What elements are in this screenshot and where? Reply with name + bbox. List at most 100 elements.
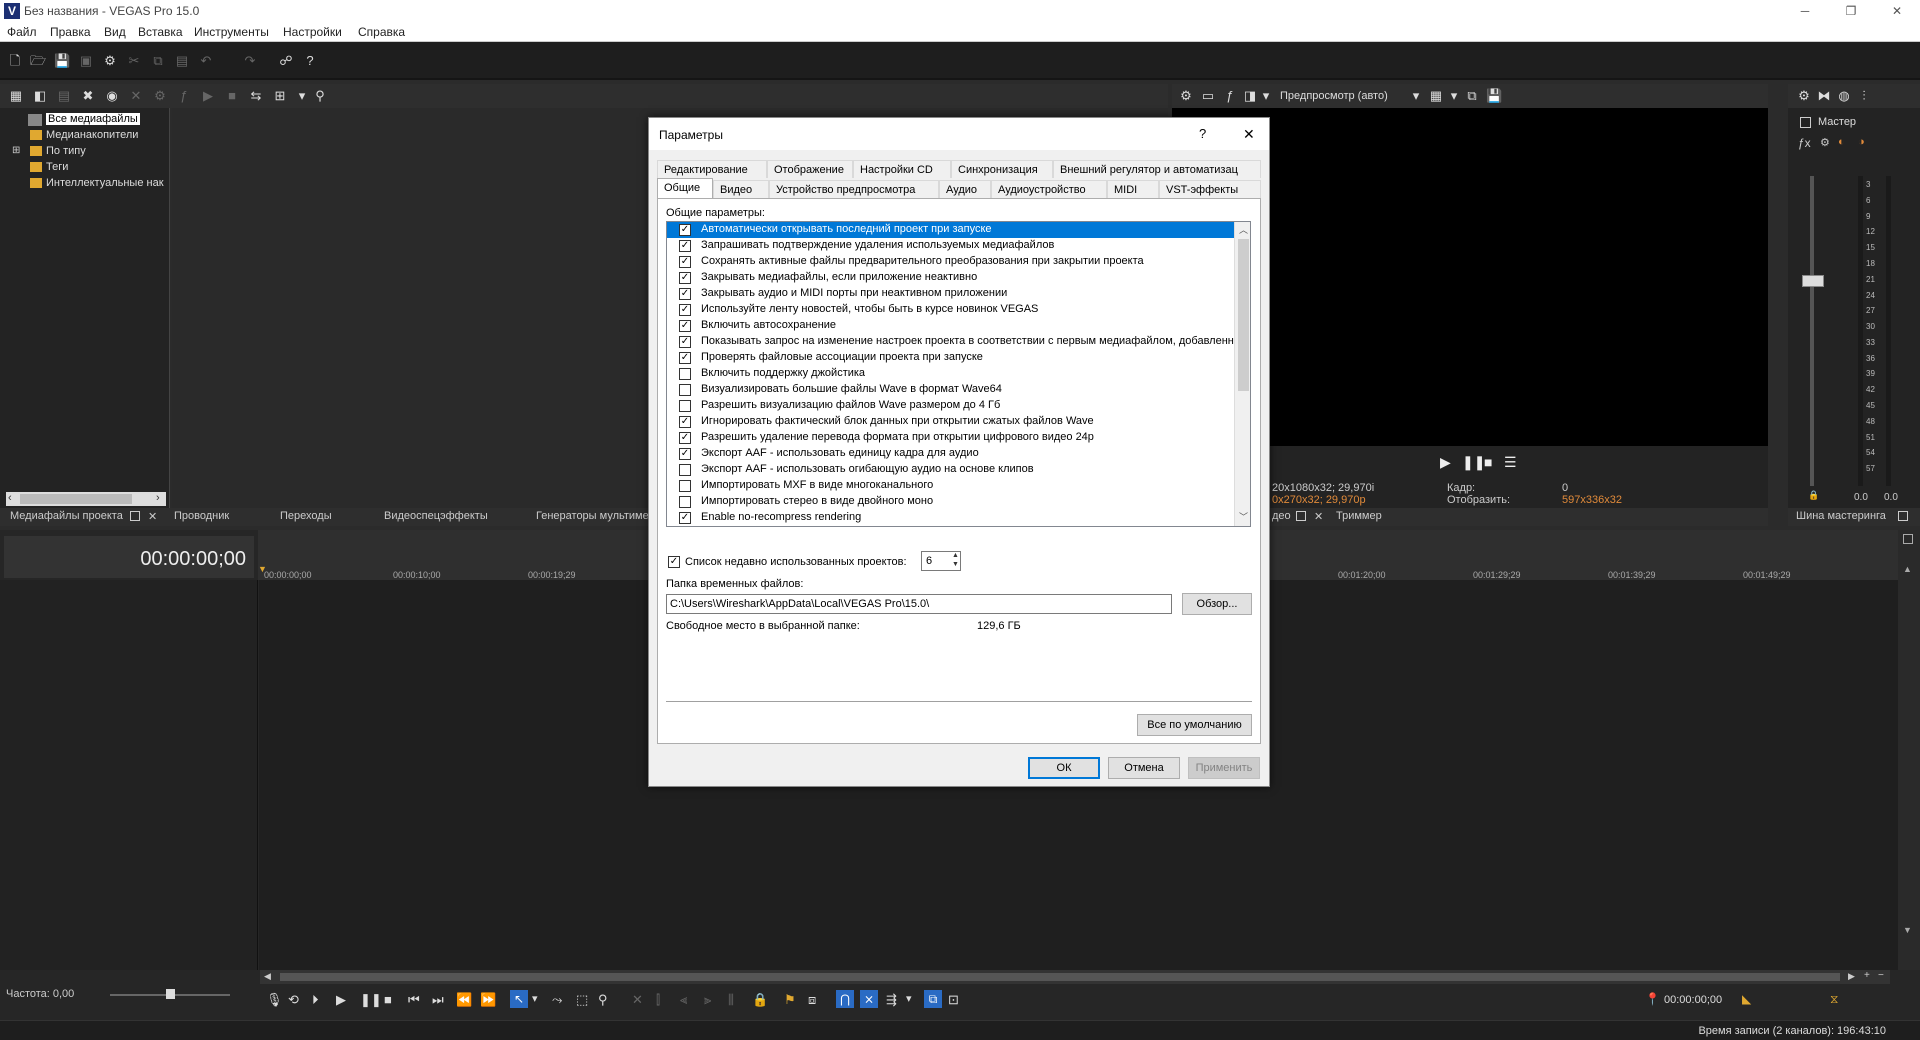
minimize-icon[interactable]: ─ xyxy=(1782,0,1828,22)
menu-file[interactable]: Файл xyxy=(7,25,37,39)
go-to-start-icon[interactable]: ⏮ xyxy=(408,992,420,1008)
zoom-in-icon[interactable]: + xyxy=(1864,970,1870,981)
scroll-down-icon[interactable]: ﹀ xyxy=(1239,510,1248,523)
save-as-icon[interactable]: ▣ xyxy=(78,53,94,69)
option-checkbox[interactable]: ✓ xyxy=(679,512,691,524)
option-checkbox[interactable]: ✓ xyxy=(679,432,691,444)
loop-icon[interactable]: ⟲ xyxy=(288,992,299,1008)
prev-frame-icon[interactable]: ⏪ xyxy=(456,992,472,1008)
option-checkbox[interactable]: ✓ xyxy=(679,320,691,332)
mixer-icon[interactable]: ⫶ xyxy=(1856,88,1872,104)
menu-view[interactable]: Вид xyxy=(104,25,126,39)
vertical-scrollbar[interactable]: ▲ ▼ xyxy=(1898,530,1920,970)
play-preview-icon[interactable]: ▶ xyxy=(200,88,216,104)
scroll-up-icon[interactable]: ▲ xyxy=(1903,564,1912,574)
split-icon[interactable]: ⫼ xyxy=(728,992,734,1008)
option-checkbox[interactable]: ✓ xyxy=(679,416,691,428)
option-row[interactable]: ✓ Закрывать медиафайлы, если приложение н… xyxy=(667,270,1234,286)
trim-icon[interactable]: ⫿ xyxy=(656,992,660,1008)
preview-quality-select[interactable]: Предпросмотр (авто) xyxy=(1280,90,1388,102)
copy-icon[interactable]: ⧉ xyxy=(150,53,166,69)
delete-icon[interactable]: ✕ xyxy=(632,992,643,1008)
tab-video[interactable]: Видео xyxy=(713,180,769,198)
scroll-right-icon[interactable]: ▶ xyxy=(1848,971,1855,982)
tab-explorer[interactable]: Проводник xyxy=(174,510,229,522)
scroll-thumb[interactable] xyxy=(280,973,1840,981)
tree-item-tags[interactable]: Теги xyxy=(46,161,68,173)
normal-edit-tool-icon[interactable]: ↖ xyxy=(510,990,528,1008)
option-checkbox[interactable]: ✓ xyxy=(679,448,691,460)
capture-icon[interactable]: ◧ xyxy=(32,88,48,104)
menu-help[interactable]: Справка xyxy=(358,25,405,39)
import-media-icon[interactable]: ▦ xyxy=(8,88,24,104)
external-monitor-icon[interactable]: ▭ xyxy=(1200,88,1216,104)
new-file-icon[interactable]: 🗋 xyxy=(7,53,23,69)
next-frame-icon[interactable]: ⏩ xyxy=(480,992,496,1008)
tab-general[interactable]: Общие xyxy=(657,178,713,199)
tab-media-generators[interactable]: Генераторы мультиме xyxy=(536,510,649,522)
restore-defaults-button[interactable]: Все по умолчанию xyxy=(1137,714,1252,736)
rate-slider-thumb[interactable] xyxy=(166,989,175,999)
save-icon[interactable]: 💾 xyxy=(54,53,70,69)
vertical-scrollbar[interactable]: ︿ ﹀ xyxy=(1234,222,1250,526)
option-row[interactable]: ✓ Показывать запрос на изменение настроек… xyxy=(667,334,1234,350)
solo-icon[interactable]: ◑ xyxy=(1858,136,1865,148)
maximize-tab-icon[interactable] xyxy=(130,511,140,521)
fx-icon[interactable]: ƒ xyxy=(176,88,192,104)
stepper-up-icon[interactable]: ▲ xyxy=(952,552,959,559)
lock-envelopes-icon[interactable]: ⧉ xyxy=(924,990,942,1008)
option-checkbox[interactable]: ✓ xyxy=(679,336,691,348)
tab-sync[interactable]: Синхронизация xyxy=(951,160,1053,178)
temp-folder-input[interactable]: C:\Users\Wireshark\AppData\Local\VEGAS P… xyxy=(666,594,1172,614)
gear-icon[interactable]: ⚙ xyxy=(1820,136,1830,149)
stop-preview-icon[interactable]: ■ xyxy=(224,88,240,104)
expand-icon[interactable]: ⊞ xyxy=(12,145,20,156)
option-row[interactable]: Включить поддержку джойстика xyxy=(667,366,1234,382)
whats-this-icon[interactable]: ? xyxy=(302,53,318,69)
play-icon[interactable]: ▶ xyxy=(336,992,346,1008)
gear-icon[interactable]: ⚙ xyxy=(1178,88,1194,104)
tree-item-media-bins[interactable]: Медианакопители xyxy=(46,129,138,141)
chevron-down-icon[interactable]: ▾ xyxy=(1408,88,1424,104)
close-window-icon[interactable]: ✕ xyxy=(1874,0,1920,22)
option-checkbox[interactable] xyxy=(679,480,691,492)
tab-external-control[interactable]: Внешний регулятор и автоматизац xyxy=(1053,160,1261,178)
tree-item-by-type[interactable]: По типу xyxy=(46,145,86,157)
region-icon[interactable]: ⧈ xyxy=(808,992,816,1008)
option-checkbox[interactable] xyxy=(679,384,691,396)
auto-preview-icon[interactable]: ⇆ xyxy=(248,88,264,104)
tab-display[interactable]: Отображение xyxy=(767,160,853,178)
option-checkbox[interactable]: ✓ xyxy=(679,256,691,268)
media-settings-icon[interactable]: ⚙ xyxy=(152,88,168,104)
trim-end-icon[interactable]: ⫸ xyxy=(704,992,711,1008)
web-media-icon[interactable]: ◉ xyxy=(104,88,120,104)
paste-icon[interactable]: ▤ xyxy=(174,53,190,69)
tab-video-preview[interactable]: део xyxy=(1272,510,1291,522)
option-row[interactable]: Импортировать стерео в виде двойного мон… xyxy=(667,494,1234,510)
option-checkbox[interactable]: ✓ xyxy=(679,272,691,284)
close-tab-icon[interactable]: ✕ xyxy=(148,510,157,523)
option-checkbox[interactable]: ✓ xyxy=(679,352,691,364)
option-row[interactable]: Экспорт AAF - использовать огибающую ауд… xyxy=(667,462,1234,478)
horizontal-scrollbar[interactable]: ‹ › xyxy=(6,492,166,506)
tab-editing[interactable]: Редактирование xyxy=(657,160,767,178)
chevron-down-icon[interactable]: ▾ xyxy=(532,992,538,1005)
option-row[interactable]: Разрешить визуализацию файлов Wave разме… xyxy=(667,398,1234,414)
option-checkbox[interactable] xyxy=(679,400,691,412)
auto-crossfade-icon[interactable]: ⨯ xyxy=(860,990,878,1008)
scroll-down-icon[interactable]: ▼ xyxy=(1903,925,1912,935)
tab-cd-settings[interactable]: Настройки CD xyxy=(853,160,951,178)
restore-icon[interactable]: ❐ xyxy=(1828,0,1874,22)
zoom-tool-icon[interactable]: ⚲ xyxy=(598,992,608,1008)
scroll-right-icon[interactable]: › xyxy=(156,492,160,504)
tab-project-media[interactable]: Медиафайлы проекта xyxy=(10,510,123,522)
copy-snapshot-icon[interactable]: ⧉ xyxy=(1464,88,1480,104)
lock-icon[interactable]: 🔒 xyxy=(752,992,768,1008)
mute-icon[interactable]: ◐ xyxy=(1838,136,1845,148)
properties-icon[interactable]: ☍ xyxy=(278,53,294,69)
apply-button[interactable]: Применить xyxy=(1188,757,1260,779)
menu-insert[interactable]: Вставка xyxy=(138,25,183,39)
marker-icon[interactable]: ⚑ xyxy=(784,992,796,1008)
get-media-icon[interactable]: ▤ xyxy=(56,88,72,104)
option-checkbox[interactable] xyxy=(679,496,691,508)
